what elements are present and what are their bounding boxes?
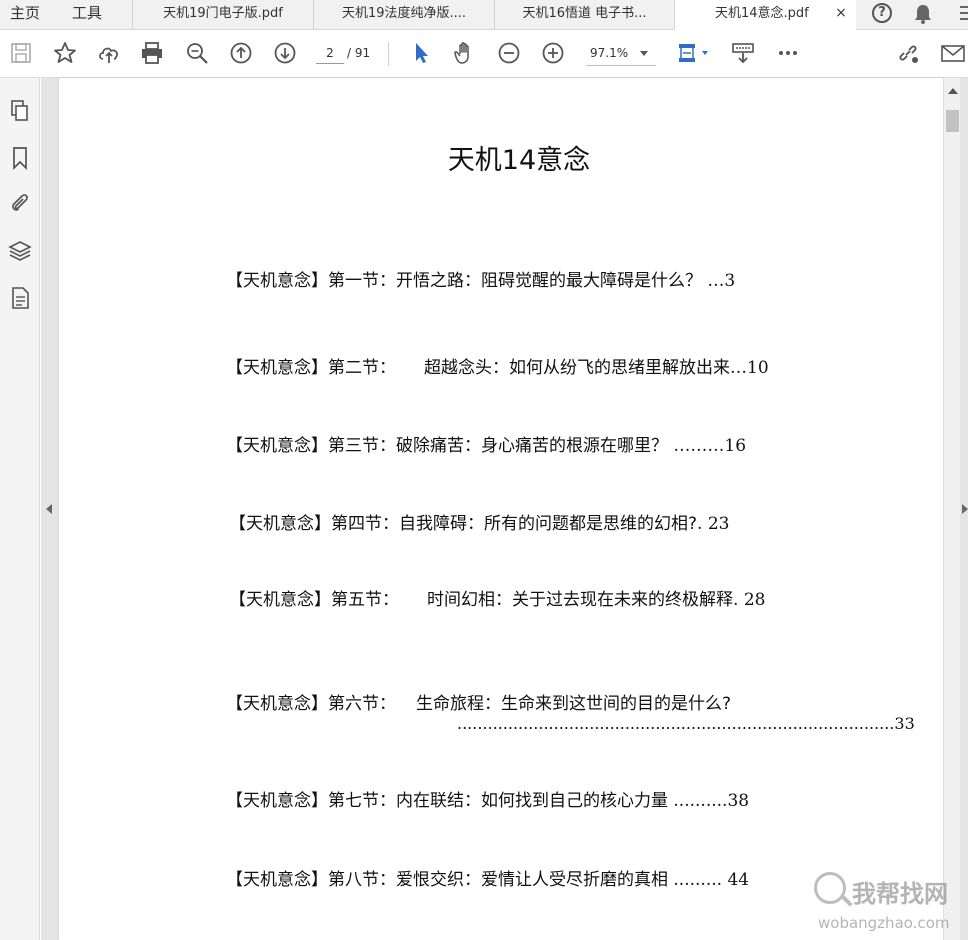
page-number-input[interactable] bbox=[316, 42, 344, 64]
tab-document-2[interactable]: 天机19法度纯净版.... bbox=[313, 0, 494, 30]
toc-prefix: 【天机意念】第一节： bbox=[226, 271, 396, 291]
toc-text: 爱恨交织：爱情让人受尽折磨的真相 bbox=[396, 870, 668, 890]
toc-entry-7[interactable]: 【天机意念】第七节：内在联结：如何找到自己的核心力量 ..........38 bbox=[226, 786, 749, 811]
mail-icon[interactable] bbox=[940, 40, 966, 66]
document-viewport[interactable]: 天机14意念 【天机意念】第一节：开悟之路：阻碍觉醒的最大障碍是什么？ …3 【… bbox=[41, 78, 968, 940]
navigation-pane bbox=[0, 78, 40, 940]
toc-page: 44 bbox=[727, 870, 750, 890]
scroll-thumb[interactable] bbox=[946, 110, 959, 132]
select-arrow-icon[interactable] bbox=[408, 40, 434, 66]
help-icon[interactable]: ? bbox=[872, 3, 892, 23]
keyboard-icon[interactable] bbox=[730, 40, 756, 66]
close-tab-icon[interactable]: × bbox=[828, 0, 854, 30]
toolbar-divider bbox=[388, 42, 389, 66]
tab-bar: 主页 工具 天机19门电子版.pdf 天机19法度纯净版.... 天机16悟道 … bbox=[0, 0, 968, 31]
fit-page-icon[interactable] bbox=[676, 40, 712, 66]
toc-prefix: 【天机意念】第三节： bbox=[226, 436, 396, 456]
zoom-out-search-icon[interactable] bbox=[184, 40, 210, 66]
toc-entry-1[interactable]: 【天机意念】第一节：开悟之路：阻碍觉醒的最大障碍是什么？ …3 bbox=[226, 266, 735, 291]
page-title: 天机14意念 bbox=[447, 145, 591, 176]
magnifier-logo-icon bbox=[814, 872, 846, 904]
toc-text: 破除痛苦：身心痛苦的根源在哪里？ bbox=[396, 436, 668, 456]
vertical-scrollbar[interactable] bbox=[943, 78, 960, 940]
zoom-minus-icon[interactable] bbox=[496, 40, 522, 66]
toc-prefix: 【天机意念】第八节： bbox=[226, 870, 396, 890]
watermark-text: 我帮找网 bbox=[852, 880, 948, 908]
tab-document-1[interactable]: 天机19门电子版.pdf bbox=[132, 0, 313, 30]
toc-text: 超越念头：如何从纷飞的思绪里解放出来 bbox=[424, 358, 730, 378]
toc-leader: ......... bbox=[668, 870, 728, 890]
zoom-plus-icon[interactable] bbox=[540, 40, 566, 66]
pages-icon[interactable] bbox=[7, 98, 33, 124]
toc-page: 38 bbox=[727, 791, 750, 811]
toc-leader: … bbox=[702, 271, 725, 291]
tools-tab[interactable]: 工具 bbox=[72, 0, 102, 30]
collapse-left-pane-icon[interactable] bbox=[46, 504, 52, 514]
toc-prefix: 【天机意念】第二节： bbox=[226, 358, 396, 378]
upload-cloud-icon[interactable] bbox=[96, 40, 122, 66]
home-tab[interactable]: 主页 bbox=[10, 0, 40, 30]
toc-entry-5[interactable]: 【天机意念】第五节： 时间幻相：关于过去现在未来的终极解释. 28 bbox=[229, 585, 765, 610]
toc-entry-3[interactable]: 【天机意念】第三节：破除痛苦：身心痛苦的根源在哪里？ ………16 bbox=[226, 431, 746, 456]
toc-page: 28 bbox=[743, 590, 766, 610]
toc-text: 开悟之路：阻碍觉醒的最大障碍是什么？ bbox=[396, 271, 702, 291]
document-properties-icon[interactable] bbox=[7, 285, 33, 311]
toc-leader: … bbox=[730, 358, 747, 378]
collapse-right-pane-icon[interactable] bbox=[962, 504, 968, 514]
zoom-value: 97.1% bbox=[590, 46, 629, 60]
toc-page: 23 bbox=[707, 514, 730, 534]
star-icon[interactable] bbox=[52, 40, 78, 66]
toc-entry-6[interactable]: 【天机意念】第六节： 生命旅程：生命来到这世间的目的是什么? bbox=[226, 689, 731, 714]
toc-text: 内在联结：如何找到自己的核心力量 bbox=[396, 791, 668, 811]
toc-prefix: 【天机意念】第五节： bbox=[229, 590, 399, 610]
toc-leader: . bbox=[733, 590, 744, 610]
bell-icon[interactable] bbox=[912, 3, 934, 25]
page-down-icon[interactable] bbox=[272, 40, 298, 66]
toc-text: 时间幻相：关于过去现在未来的终极解释 bbox=[427, 590, 733, 610]
link-icon[interactable] bbox=[895, 40, 921, 66]
toc-page: 3 bbox=[724, 271, 736, 291]
toc-prefix: 【天机意念】第七节： bbox=[226, 791, 396, 811]
tab-document-3[interactable]: 天机16悟道 电子书... bbox=[494, 0, 674, 30]
account-icon[interactable] bbox=[958, 2, 968, 26]
save-icon[interactable] bbox=[8, 40, 34, 66]
watermark: 我帮找网 wobangzhao.com bbox=[808, 870, 968, 940]
watermark-url: wobangzhao.com bbox=[818, 914, 950, 932]
layers-icon[interactable] bbox=[7, 238, 33, 264]
toc-page: 16 bbox=[724, 436, 747, 456]
toc-leader: .......... bbox=[668, 791, 728, 811]
toc-leader: ……… bbox=[668, 436, 725, 456]
toc-prefix: 【天机意念】第四节： bbox=[229, 514, 399, 534]
toc-text: 自我障碍：所有的问题都是思维的幻相? bbox=[399, 514, 698, 534]
hand-icon[interactable] bbox=[452, 40, 478, 66]
toc-prefix: 【天机意念】第六节： bbox=[226, 694, 396, 714]
pdf-page: 天机14意念 【天机意念】第一节：开悟之路：阻碍觉醒的最大障碍是什么？ …3 【… bbox=[59, 78, 943, 940]
toolbar: / 91 97.1% bbox=[0, 30, 968, 78]
page-total: / 91 bbox=[347, 46, 371, 60]
zoom-select[interactable]: 97.1% bbox=[586, 42, 656, 66]
attachment-icon[interactable] bbox=[7, 191, 33, 217]
print-icon[interactable] bbox=[139, 40, 165, 66]
more-icon[interactable] bbox=[775, 40, 801, 66]
toc-entry-4[interactable]: 【天机意念】第四节：自我障碍：所有的问题都是思维的幻相?. 23 bbox=[229, 509, 729, 534]
toc-entry-8[interactable]: 【天机意念】第八节：爱恨交织：爱情让人受尽折磨的真相 ......... 44 bbox=[226, 865, 749, 890]
page-up-icon[interactable] bbox=[228, 40, 254, 66]
bookmark-icon[interactable] bbox=[7, 145, 33, 171]
toc-text: 生命旅程：生命来到这世间的目的是什么? bbox=[416, 694, 732, 714]
toc-entry-2[interactable]: 【天机意念】第二节： 超越念头：如何从纷飞的思绪里解放出来…10 bbox=[226, 353, 769, 378]
toc-leader: . bbox=[697, 514, 708, 534]
scroll-up-icon[interactable] bbox=[948, 88, 958, 94]
toc-page: 10 bbox=[747, 358, 769, 378]
chevron-down-icon bbox=[640, 51, 648, 56]
toc-entry-6-leader: ........................................… bbox=[457, 714, 915, 733]
